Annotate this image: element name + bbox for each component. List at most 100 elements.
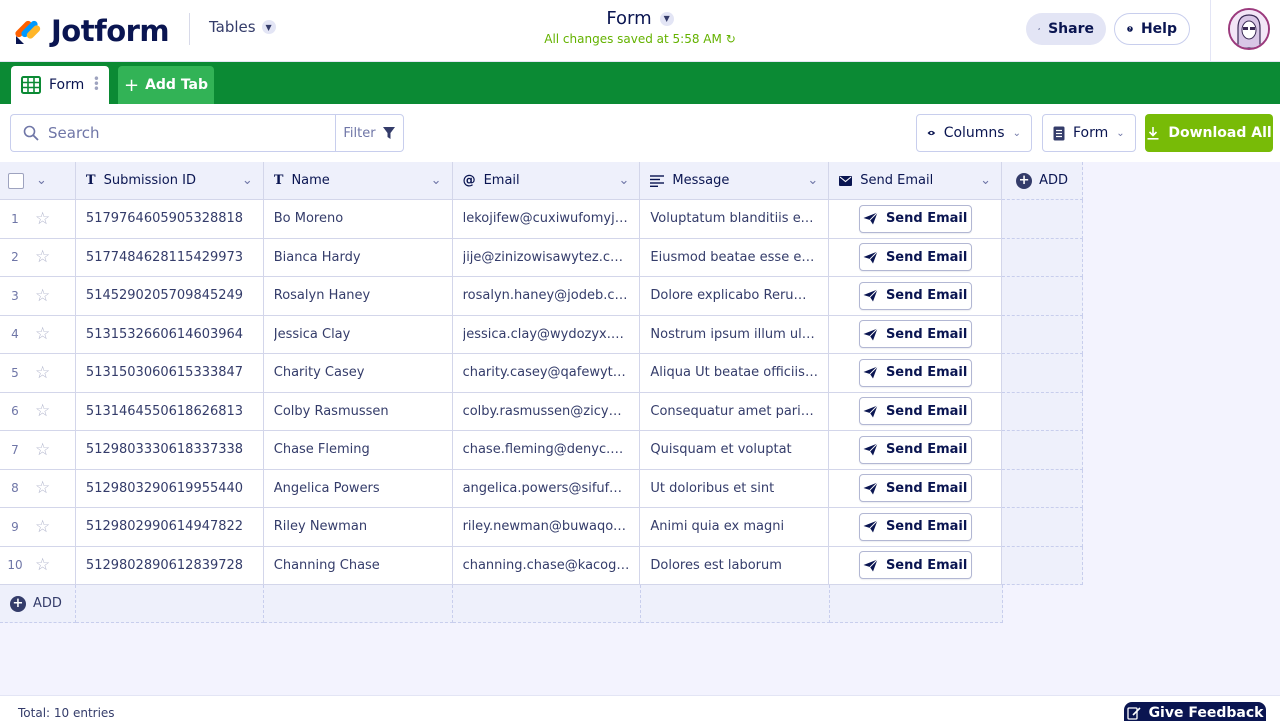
name-cell[interactable]: Rosalyn Haney — [263, 277, 453, 316]
name-cell[interactable]: Chase Fleming — [263, 431, 453, 470]
message-cell[interactable]: Animi quia ex magni — [640, 508, 830, 547]
submission-id-cell[interactable]: 5145290205709845249 — [75, 277, 264, 316]
star-icon[interactable]: ☆ — [35, 247, 50, 267]
send-email-button[interactable]: Send Email — [858, 243, 972, 272]
name-cell[interactable]: Colby Rasmussen — [263, 392, 453, 431]
user-avatar[interactable] — [1228, 8, 1270, 50]
email-cell[interactable]: jessica.clay@wydozyx.com — [452, 315, 641, 354]
send-email-button[interactable]: Send Email — [858, 204, 972, 233]
table-row[interactable]: 8 ☆ 5129803290619955440 Angelica Powers ange… — [0, 469, 1083, 508]
table-row[interactable]: 6 ☆ 5131464550618626813 Colby Rasmussen colb… — [0, 392, 1083, 431]
submission-id-cell[interactable]: 5129803330618337338 — [75, 431, 264, 470]
message-cell[interactable]: Dolores est laborum — [640, 546, 830, 585]
send-email-button[interactable]: Send Email — [858, 281, 972, 310]
email-cell[interactable]: riley.newman@buwaqo.com — [452, 508, 641, 547]
send-email-button[interactable]: Send Email — [858, 320, 972, 349]
star-icon[interactable]: ☆ — [35, 517, 50, 537]
table-row[interactable]: 3 ☆ 5145290205709845249 Rosalyn Haney rosaly… — [0, 277, 1083, 316]
add-column-button[interactable]: + ADD — [1002, 162, 1084, 200]
star-icon[interactable]: ☆ — [35, 286, 50, 306]
chevron-down-icon[interactable]: ⌄ — [36, 173, 47, 188]
star-icon[interactable]: ☆ — [35, 478, 50, 498]
message-cell[interactable]: Consequatur amet pariatu... — [640, 392, 830, 431]
table-row[interactable]: 7 ☆ 5129803330618337338 Chase Fleming chase.… — [0, 431, 1083, 470]
email-cell[interactable]: channing.chase@kacogitu... — [452, 546, 641, 585]
email-cell[interactable]: lekojifew@cuxiwufomyje.c... — [452, 200, 641, 239]
submission-id-cell[interactable]: 5129802990614947822 — [75, 508, 264, 547]
more-vertical-icon[interactable]: • • • — [93, 73, 100, 95]
email-cell[interactable]: rosalyn.haney@jodeb.com — [452, 277, 641, 316]
table-row[interactable]: 9 ☆ 5129802990614947822 Riley Newman riley.n… — [0, 508, 1083, 547]
empty-add-column-cell — [1002, 315, 1083, 354]
name-cell[interactable]: Riley Newman — [263, 508, 453, 547]
email-cell[interactable]: charity.casey@qafewytu.c... — [452, 354, 641, 393]
name-cell[interactable]: Angelica Powers — [263, 469, 453, 508]
star-icon[interactable]: ☆ — [35, 440, 50, 460]
search-input[interactable] — [48, 124, 318, 142]
table-row[interactable]: 5 ☆ 5131503060615333847 Charity Casey charit… — [0, 354, 1083, 393]
message-cell[interactable]: Voluptatum blanditiis exce... — [640, 200, 830, 239]
chevron-down-icon[interactable]: ⌄ — [807, 173, 818, 188]
table-row[interactable]: 10 ☆ 5129802890612839728 Channing Chase chan… — [0, 546, 1083, 585]
message-cell[interactable]: Aliqua Ut beatae officiis vi... — [640, 354, 830, 393]
message-cell[interactable]: Eiusmod beatae esse et co... — [640, 238, 830, 277]
form-view-button[interactable]: Form ⌄ — [1042, 114, 1136, 152]
submission-id-cell[interactable]: 5131464550618626813 — [75, 392, 264, 431]
tab-form[interactable]: Form • • • — [11, 66, 109, 104]
message-cell[interactable]: Ut doloribus et sint — [640, 469, 830, 508]
chevron-down-icon[interactable]: ⌄ — [431, 173, 442, 188]
send-email-button[interactable]: Send Email — [858, 397, 972, 426]
name-cell[interactable]: Channing Chase — [263, 546, 453, 585]
message-cell[interactable]: Nostrum ipsum illum ullam... — [640, 315, 830, 354]
message-cell[interactable]: Quisquam et voluptat — [640, 431, 830, 470]
chevron-down-icon[interactable]: ⌄ — [242, 173, 253, 188]
send-email-button[interactable]: Send Email — [858, 512, 972, 541]
column-header-send-email[interactable]: Send Email ⌄ — [829, 162, 1003, 200]
chevron-down-icon[interactable]: ⌄ — [619, 173, 630, 188]
email-cell[interactable]: chase.fleming@denyc.com — [452, 431, 641, 470]
submission-id-cell[interactable]: 5177484628115429973 — [75, 238, 264, 277]
star-icon[interactable]: ☆ — [35, 324, 50, 344]
submission-id-cell[interactable]: 5129802890612839728 — [75, 546, 264, 585]
star-icon[interactable]: ☆ — [35, 363, 50, 383]
help-button[interactable]: ? Help — [1114, 13, 1190, 45]
star-icon[interactable]: ☆ — [35, 401, 50, 421]
filter-button[interactable]: Filter — [335, 114, 404, 152]
table-row[interactable]: 4 ☆ 5131532660614603964 Jessica Clay jessica… — [0, 315, 1083, 354]
add-tab-button[interactable]: + Add Tab — [118, 66, 214, 104]
table-row[interactable]: 1 ☆ 5179764605905328818 Bo Moreno lekojifew@… — [0, 200, 1083, 239]
submission-id-cell[interactable]: 5129803290619955440 — [75, 469, 264, 508]
columns-button[interactable]: Columns ⌄ — [916, 114, 1032, 152]
select-all-checkbox[interactable] — [8, 172, 24, 189]
submission-id-cell[interactable]: 5179764605905328818 — [75, 200, 264, 239]
name-cell[interactable]: Jessica Clay — [263, 315, 453, 354]
column-header-submission-id[interactable]: T Submission ID ⌄ — [75, 162, 264, 200]
email-cell[interactable]: colby.rasmussen@zicypiky... — [452, 392, 641, 431]
email-cell[interactable]: jije@zinizowisawytez.com — [452, 238, 641, 277]
email-cell[interactable]: angelica.powers@sifufyxi... — [452, 469, 641, 508]
column-header-name[interactable]: T Name ⌄ — [263, 162, 453, 200]
submission-id-cell[interactable]: 5131503060615333847 — [75, 354, 264, 393]
name-cell[interactable]: Bo Moreno — [263, 200, 453, 239]
send-email-button[interactable]: Send Email — [858, 435, 972, 464]
star-icon[interactable]: ☆ — [35, 209, 50, 229]
table-row[interactable]: 2 ☆ 5177484628115429973 Bianca Hardy jije@zi… — [0, 238, 1083, 277]
send-email-button[interactable]: Send Email — [858, 551, 972, 580]
submission-id-cell[interactable]: 5131532660614603964 — [75, 315, 264, 354]
send-email-button[interactable]: Send Email — [858, 358, 972, 387]
form-title-dropdown[interactable]: Form ▼ — [606, 8, 674, 29]
name-cell[interactable]: Bianca Hardy — [263, 238, 453, 277]
column-header-message[interactable]: Message ⌄ — [640, 162, 830, 200]
send-email-label: Send Email — [885, 557, 968, 573]
column-header-email[interactable]: @ Email ⌄ — [452, 162, 641, 200]
download-all-button[interactable]: Download All — [1145, 114, 1273, 152]
add-row-button[interactable]: + ADD — [0, 585, 76, 623]
send-email-button[interactable]: Send Email — [858, 474, 972, 503]
give-feedback-button[interactable]: Give Feedback — [1124, 702, 1266, 721]
star-icon[interactable]: ☆ — [35, 555, 50, 575]
name-cell[interactable]: Charity Casey — [263, 354, 453, 393]
help-circle-icon: ? — [1127, 26, 1133, 32]
message-cell[interactable]: Dolore explicabo Rerum n... — [640, 277, 830, 316]
share-button[interactable]: Share — [1026, 13, 1106, 45]
chevron-down-icon[interactable]: ⌄ — [980, 173, 991, 188]
